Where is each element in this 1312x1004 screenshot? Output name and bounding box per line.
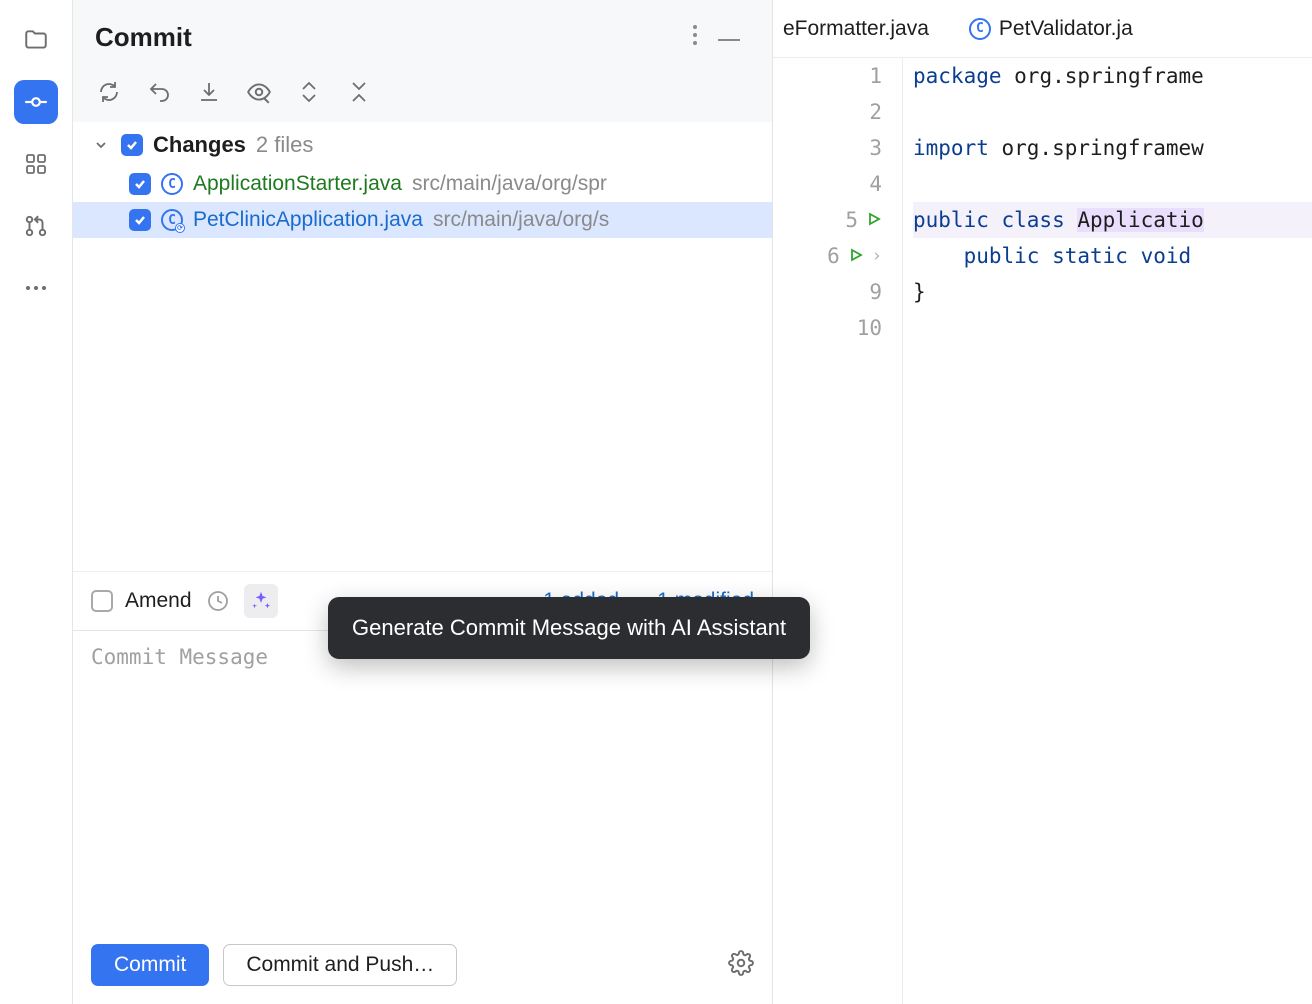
commit-message-input[interactable]: Commit Message (73, 630, 772, 930)
line-number: 9 (852, 280, 882, 304)
file-row[interactable]: C⟳ PetClinicApplication.java src/main/ja… (73, 202, 772, 238)
line-number: 5 (828, 208, 858, 232)
more-tools-button[interactable] (14, 266, 58, 310)
code-token: package (913, 64, 1002, 88)
java-class-icon: C⟳ (161, 209, 183, 231)
file-checkbox[interactable] (129, 173, 151, 195)
commit-actions: Commit Commit and Push… (73, 930, 772, 1004)
file-checkbox[interactable] (129, 209, 151, 231)
history-icon[interactable] (204, 587, 232, 615)
run-gutter-icon[interactable] (866, 208, 882, 232)
code-area[interactable]: 1 2 3 4 5 6 › 9 10 package org.springfram… (773, 58, 1312, 1004)
gear-icon[interactable] (728, 950, 754, 980)
editor: eFormatter.java C PetValidator.ja 1 2 3 … (773, 0, 1312, 1004)
preview-diff-icon[interactable] (245, 78, 273, 106)
java-class-icon: C (969, 18, 991, 40)
panel-title: Commit (95, 22, 682, 53)
changes-label: Changes (153, 132, 246, 158)
editor-tab[interactable]: eFormatter.java (783, 17, 929, 41)
line-number: 10 (852, 316, 882, 340)
commit-header: Commit (73, 0, 772, 70)
code-token: } (913, 280, 926, 304)
code-token: org.springframew (989, 136, 1204, 160)
file-row[interactable]: C ApplicationStarter.java src/main/java/… (73, 166, 772, 202)
tooltip: Generate Commit Message with AI Assistan… (328, 597, 810, 659)
project-tool-button[interactable] (14, 18, 58, 62)
shelve-icon[interactable] (195, 78, 223, 106)
run-gutter-icon[interactable] (848, 244, 864, 268)
changes-checkbox[interactable] (121, 134, 143, 156)
expand-all-icon[interactable] (295, 78, 323, 106)
line-number: 4 (852, 172, 882, 196)
file-name: PetClinicApplication.java (193, 208, 423, 232)
amend-checkbox[interactable] (91, 590, 113, 612)
commit-button[interactable]: Commit (91, 944, 209, 986)
fold-chevron-icon[interactable]: › (872, 246, 882, 266)
tool-strip (0, 0, 73, 1004)
code-lines[interactable]: package org.springframe import org.sprin… (903, 58, 1312, 1004)
line-number: 2 (852, 100, 882, 124)
file-name: ApplicationStarter.java (193, 172, 402, 196)
changes-tree: Changes 2 files C ApplicationStarter.jav… (73, 122, 772, 571)
structure-tool-button[interactable] (14, 142, 58, 186)
code-token: public static void (964, 244, 1192, 268)
tab-label: PetValidator.ja (999, 17, 1133, 41)
line-number: 6 (810, 244, 840, 268)
code-token: Applicatio (1077, 208, 1203, 232)
pull-requests-tool-button[interactable] (14, 204, 58, 248)
rollback-icon[interactable] (145, 78, 173, 106)
code-token: import (913, 136, 989, 160)
panel-options-icon[interactable] (682, 18, 708, 56)
java-class-icon: C (161, 173, 183, 195)
editor-tabs: eFormatter.java C PetValidator.ja (773, 0, 1312, 58)
file-path: src/main/java/org/spr (412, 172, 607, 196)
ai-generate-button[interactable] (244, 584, 278, 618)
changes-node[interactable]: Changes 2 files (73, 122, 772, 166)
code-token: public class (913, 208, 1077, 232)
refresh-icon[interactable] (95, 78, 123, 106)
code-token: org.springframe (1002, 64, 1204, 88)
changes-count: 2 files (256, 132, 313, 158)
file-path: src/main/java/org/s (433, 208, 609, 232)
chevron-down-icon[interactable] (91, 138, 111, 152)
line-number: 1 (852, 64, 882, 88)
editor-tab[interactable]: C PetValidator.ja (969, 17, 1133, 41)
minimize-panel-icon[interactable] (708, 23, 750, 52)
tab-label: eFormatter.java (783, 17, 929, 41)
gutter: 1 2 3 4 5 6 › 9 10 (773, 58, 903, 1004)
commit-panel: Commit Changes 2 files C ApplicationStar… (73, 0, 773, 1004)
commit-tool-button[interactable] (14, 80, 58, 124)
amend-label: Amend (125, 589, 192, 613)
commit-and-push-button[interactable]: Commit and Push… (223, 944, 457, 986)
commit-toolbar (73, 70, 772, 122)
line-number: 3 (852, 136, 882, 160)
collapse-all-icon[interactable] (345, 78, 373, 106)
